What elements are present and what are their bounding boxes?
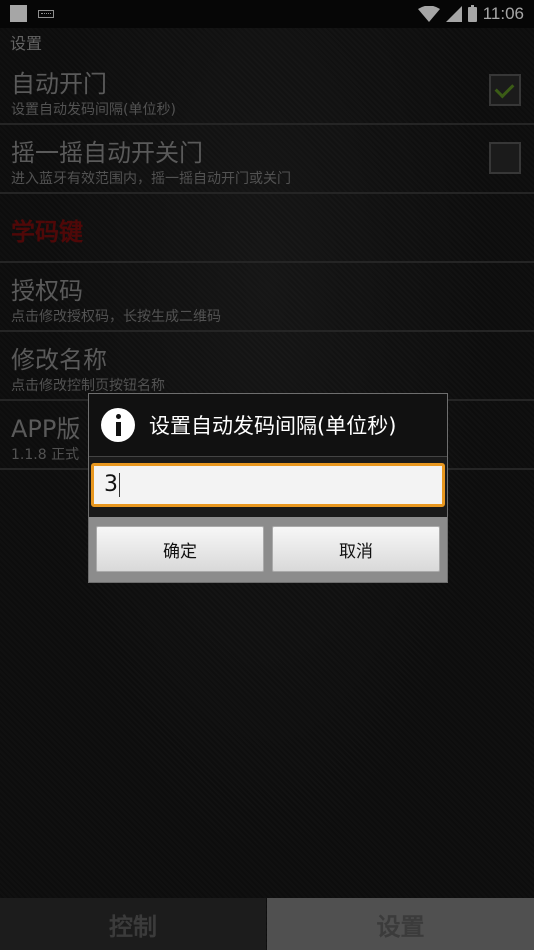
dialog-button-bar: 确定 取消 bbox=[89, 517, 447, 582]
cancel-button[interactable]: 取消 bbox=[272, 526, 440, 572]
tab-control[interactable]: 控制 bbox=[0, 898, 266, 950]
dialog-title: 设置自动发码间隔(单位秒) bbox=[149, 414, 397, 438]
text-cursor bbox=[119, 473, 120, 497]
input-value: 3 bbox=[104, 472, 118, 497]
bottom-tab-bar: 控制 设置 bbox=[0, 898, 534, 950]
interval-dialog: 设置自动发码间隔(单位秒) 3 确定 取消 bbox=[88, 393, 448, 583]
info-icon bbox=[101, 408, 135, 442]
interval-input[interactable]: 3 bbox=[91, 463, 445, 507]
tab-settings[interactable]: 设置 bbox=[267, 898, 534, 950]
dialog-header: 设置自动发码间隔(单位秒) bbox=[89, 394, 447, 457]
ok-button[interactable]: 确定 bbox=[96, 526, 264, 572]
